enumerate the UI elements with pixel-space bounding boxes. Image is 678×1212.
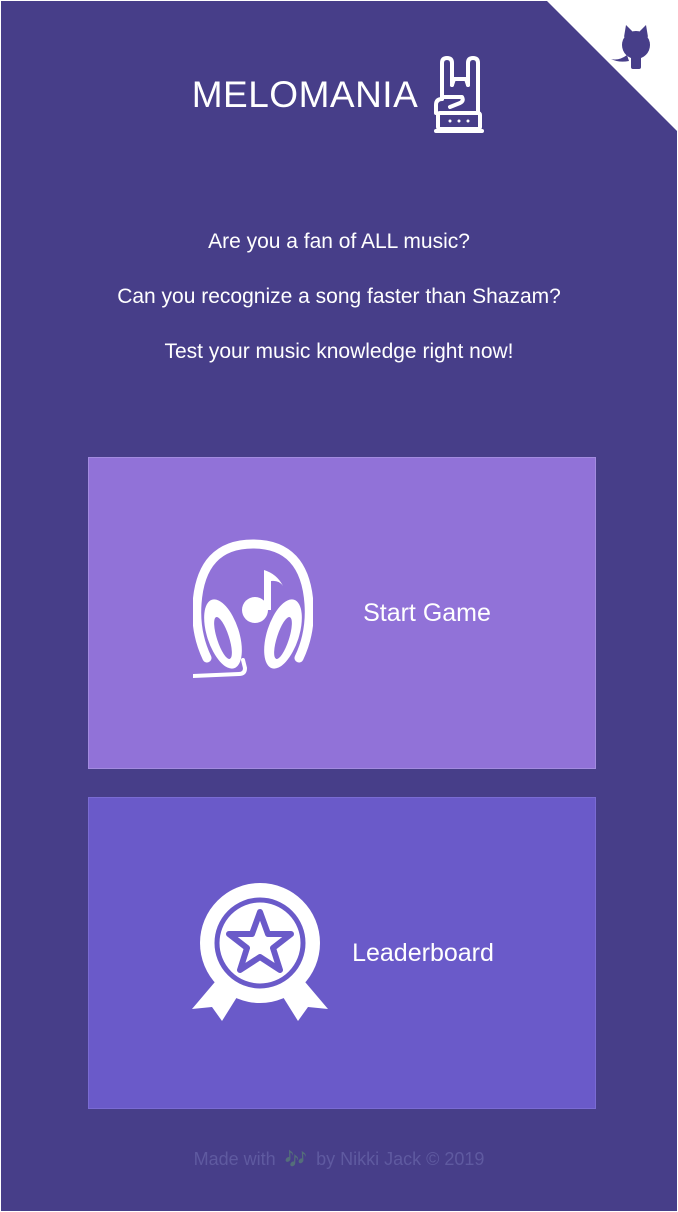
music-notes-icon: 🎶 [284,1149,308,1169]
start-game-label: Start Game [363,598,491,627]
footer-credit: by Nikki Jack © 2019 [316,1149,485,1169]
footer: Made with 🎶 by Nikki Jack © 2019 [1,1149,677,1170]
headphones-music-icon [193,539,314,678]
leaderboard-label: Leaderboard [352,938,494,967]
app-title: MELOMANIA [191,74,419,115]
intro-line: Are you a fan of ALL music? [208,230,470,253]
award-badge-icon [192,882,329,1021]
intro-line: Test your music knowledge right now! [164,340,514,363]
rock-hand-icon [434,56,485,133]
intro-line: Can you recognize a song faster than Sha… [117,285,561,308]
intro-text: Are you a fan of ALL music? Can you reco… [1,231,677,396]
leaderboard-button[interactable]: Leaderboard [88,797,596,1109]
start-game-button[interactable]: Start Game [88,457,596,769]
footer-prefix: Made with [193,1149,276,1169]
header: MELOMANIA [1,53,677,137]
app-screen: MELOMANIA Are you a fan of ALL music? Ca… [1,1,677,1211]
